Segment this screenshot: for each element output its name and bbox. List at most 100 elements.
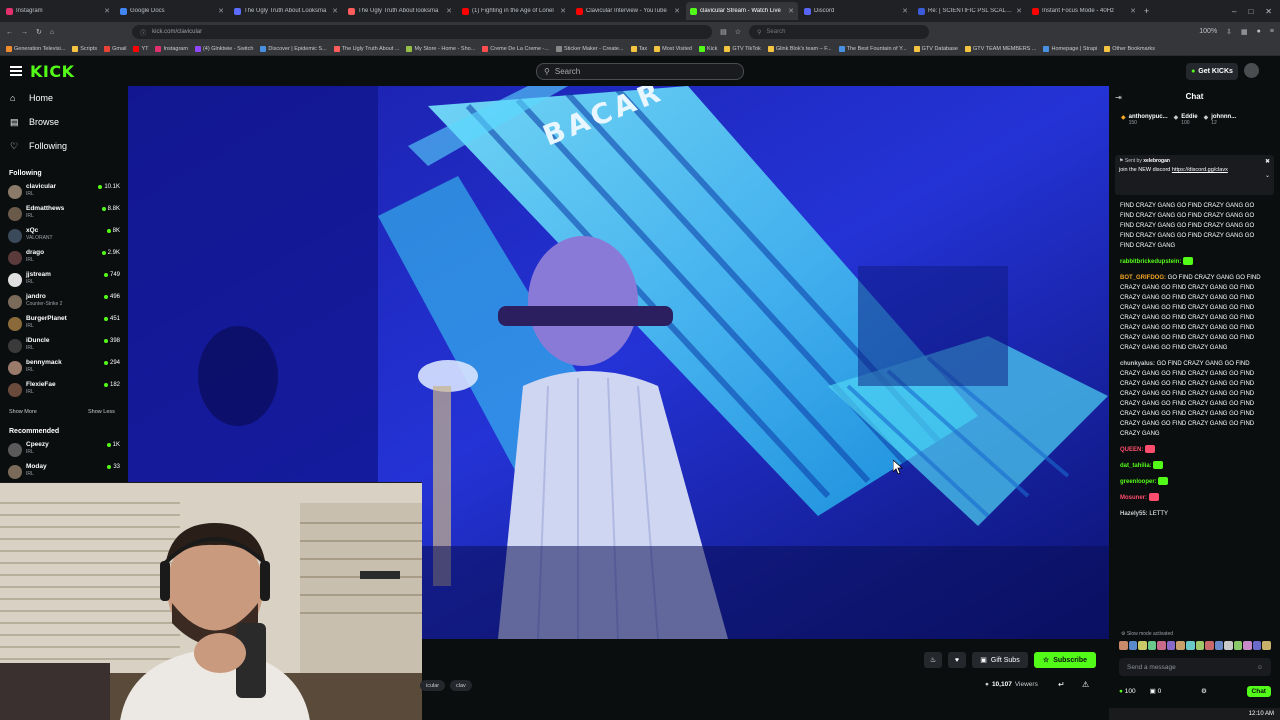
sidebar-channel[interactable]: drago IRL 2.9K	[8, 249, 120, 271]
bookmark-star-icon[interactable]: ☆	[735, 28, 741, 36]
close-tab-icon[interactable]: ✕	[788, 7, 794, 15]
close-tab-icon[interactable]: ✕	[104, 7, 110, 15]
emote-icon[interactable]	[1176, 641, 1185, 650]
browser-search-input[interactable]: ⚲ Search	[749, 25, 930, 39]
back-icon[interactable]: ←	[6, 29, 13, 36]
bookmark-item[interactable]: Creme De La Creme -...	[482, 45, 549, 52]
close-tab-icon[interactable]: ✕	[332, 7, 338, 15]
emote-icon[interactable]	[1243, 641, 1252, 650]
pinned-user[interactable]: xelebrogan	[1143, 158, 1170, 164]
close-tab-icon[interactable]: ✕	[674, 7, 680, 15]
bookmark-item[interactable]: The Ugly Truth About ...	[333, 45, 399, 52]
bookmark-item[interactable]: Scripts	[72, 45, 97, 52]
bookmark-item[interactable]: (4) Glnktwie - Switch	[194, 45, 253, 52]
emote-icon[interactable]	[1128, 641, 1138, 650]
get-kicks-button[interactable]: ● Get KICKs	[1186, 63, 1238, 80]
close-window-icon[interactable]: ✕	[1265, 7, 1272, 16]
address-bar[interactable]: ⓘ kick.com/clavicular	[132, 25, 713, 39]
sidebar-channel[interactable]: Edmatthews IRL 8.8K	[8, 205, 120, 227]
gift-subs-button[interactable]: ▣ Gift Subs	[972, 652, 1028, 668]
site-search-input[interactable]: ⚲ Search	[536, 63, 744, 80]
bookmark-item[interactable]: Most Visited	[654, 45, 692, 52]
browser-tab[interactable]: Re: [ SCIENTIFIC PSL SCALE CH ✕	[914, 2, 1026, 20]
sidebar-channel[interactable]: clavicular IRL 10.1K	[8, 183, 120, 205]
bookmark-item[interactable]: GTV Database	[913, 45, 958, 52]
bookmark-item[interactable]: GTV TikTok	[724, 45, 761, 52]
bookmark-item[interactable]: Generation Televisi...	[6, 45, 65, 52]
chat-send-button[interactable]: Chat	[1246, 685, 1271, 697]
kick-logo[interactable]: KICK	[30, 62, 75, 81]
browser-tab[interactable]: The Ugly Truth About Looksma ✕	[230, 2, 342, 20]
chat-settings-icon[interactable]: ⚙	[1201, 687, 1207, 695]
home-icon[interactable]: ⌂	[50, 29, 54, 36]
bookmark-item[interactable]: GTV TEAM MEMBERS ...	[965, 45, 1036, 52]
reload-icon[interactable]: ↻	[36, 28, 42, 36]
sidebar-channel[interactable]: BurgerPlanet IRL 451	[8, 315, 120, 337]
sidebar-channel[interactable]: jjstream IRL 749	[8, 271, 120, 293]
bookmark-item[interactable]: My Store - Home - Sho...	[406, 45, 475, 52]
browser-tab[interactable]: Google Docs ✕	[116, 2, 228, 20]
show-more-link[interactable]: Show More	[9, 409, 37, 415]
chat-username[interactable]: BOT_GRIFDOG:	[1120, 275, 1166, 281]
browser-tab[interactable]: clavicular Stream - Watch Live ✕	[686, 2, 798, 20]
chat-username[interactable]: Hazely55:	[1120, 511, 1148, 517]
sidebar-channel[interactable]: jandro Counter-Strike 2 496	[8, 293, 120, 315]
emote-icon[interactable]	[1138, 641, 1147, 650]
sidebar-channel[interactable]: iDuncle IRL 398	[8, 337, 120, 359]
leaderboard-entry[interactable]: ◆ anthonypuc... 150	[1121, 114, 1168, 136]
browser-tab[interactable]: Discord ✕	[800, 2, 912, 20]
chat-username[interactable]: chunkyalus:	[1120, 361, 1155, 367]
chevron-down-icon[interactable]: ⌄	[1265, 172, 1270, 179]
close-tab-icon[interactable]: ✕	[1130, 7, 1136, 15]
sidebar-channel[interactable]: bennymack IRL 294	[8, 359, 120, 381]
pin-options-icon[interactable]: ✖	[1265, 158, 1270, 165]
site-info-icon[interactable]: ⓘ	[140, 28, 146, 37]
emote-icon[interactable]	[1147, 641, 1157, 650]
emote-icon[interactable]	[1185, 641, 1195, 650]
bookmark-item[interactable]: Tax	[630, 45, 647, 52]
account-icon[interactable]: ●	[1257, 28, 1261, 36]
close-tab-icon[interactable]: ✕	[902, 7, 908, 15]
emote-icon[interactable]	[1205, 641, 1214, 650]
sidebar-nav-home[interactable]: ⌂ Home	[10, 93, 53, 103]
show-less-link[interactable]: Show Less	[88, 409, 115, 415]
browser-tab[interactable]: Instant Focus Mode - 40Hz ✕	[1028, 2, 1140, 20]
sidebar-channel[interactable]: Cpeezy IRL 1K	[8, 441, 120, 463]
emote-icon[interactable]	[1119, 641, 1128, 650]
close-tab-icon[interactable]: ✕	[446, 7, 452, 15]
bookmark-item[interactable]: Sticker Maker - Create...	[555, 45, 624, 52]
downloads-icon[interactable]: ⇩	[1226, 28, 1232, 36]
bookmark-item[interactable]: Kick	[699, 45, 717, 52]
emote-icon[interactable]	[1214, 641, 1224, 650]
browser-tab[interactable]: Clavicular Interview - YouTube ✕	[572, 2, 684, 20]
hamburger-menu-icon[interactable]	[10, 65, 22, 77]
browser-tab[interactable]: (1) Fighting in the Age of Lonel ✕	[458, 2, 570, 20]
bookmark-item[interactable]: Gmail	[104, 45, 126, 52]
chat-username[interactable]: Mosuner:	[1120, 495, 1147, 501]
bookmark-item[interactable]: Instagram	[155, 45, 188, 52]
new-tab-icon[interactable]: +	[1144, 6, 1149, 16]
sidebar-channel[interactable]: FlexieFae IRL 182	[8, 381, 120, 403]
chat-username[interactable]: greenlooper:	[1120, 479, 1157, 485]
sub-badge[interactable]: ▣ 0	[1150, 687, 1162, 695]
emote-icon[interactable]	[1224, 641, 1233, 650]
chat-username[interactable]: QUEEN:	[1120, 447, 1143, 453]
chat-username[interactable]: rabbitbrickedupstein:	[1120, 259, 1181, 265]
kicks-balance[interactable]: ● 100	[1119, 688, 1136, 695]
share-icon[interactable]: ↵	[1058, 680, 1065, 689]
subscribe-button[interactable]: ☆ Subscribe	[1034, 652, 1096, 668]
emote-icon[interactable]	[1166, 641, 1176, 650]
sidebar-channel[interactable]: xQc VALORANT 8K	[8, 227, 120, 249]
chat-username[interactable]: dat_tahilia:	[1120, 463, 1152, 469]
reader-view-icon[interactable]: ▤	[720, 28, 727, 36]
notification-bell-button[interactable]: ♨	[924, 652, 942, 668]
pinned-link[interactable]: https://discord.gg/clavx	[1172, 167, 1228, 173]
close-tab-icon[interactable]: ✕	[1016, 7, 1022, 15]
close-tab-icon[interactable]: ✕	[560, 7, 566, 15]
report-icon[interactable]: ⚠	[1082, 680, 1089, 689]
browser-tab[interactable]: Instagram ✕	[2, 2, 114, 20]
leaderboard-entry[interactable]: ◆ Eddie 100	[1174, 114, 1198, 136]
sidebar-nav-following[interactable]: ♡ Following	[10, 141, 67, 151]
extensions-icon[interactable]: ▦	[1241, 28, 1248, 36]
leaderboard-entry[interactable]: ◆ johnnn... 12	[1204, 114, 1237, 136]
